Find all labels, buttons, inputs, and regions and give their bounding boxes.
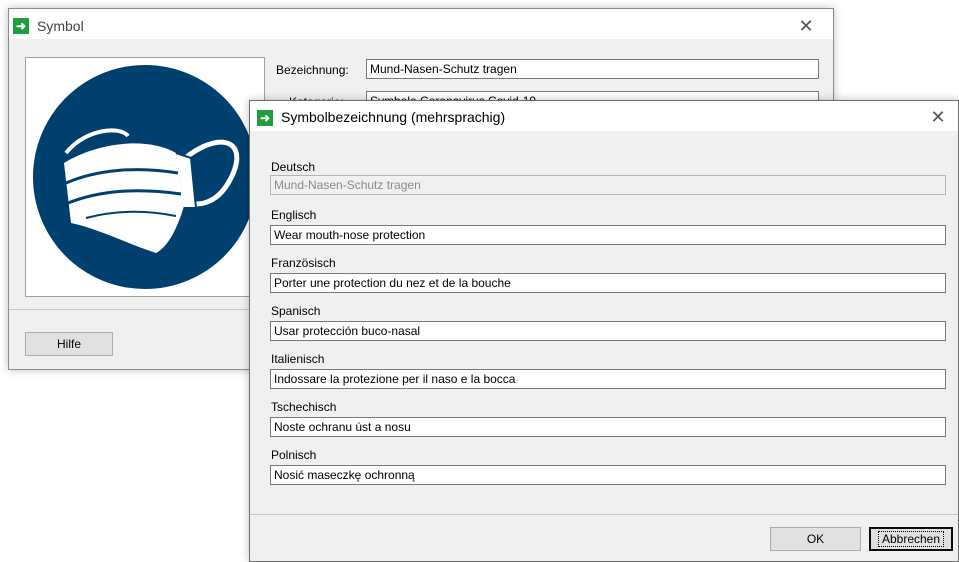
lang-field-franzoesisch[interactable]: Porter une protection du nez et de la bo…: [270, 273, 946, 293]
bezeichnung-field[interactable]: Mund-Nasen-Schutz tragen: [366, 59, 819, 79]
lang-label-franzoesisch: Französisch: [271, 256, 336, 270]
face-mask-icon: [33, 65, 257, 289]
cancel-button[interactable]: Abbrechen: [869, 527, 953, 551]
lang-field-tschechisch[interactable]: Noste ochranu úst a nosu: [270, 417, 946, 437]
help-button[interactable]: Hilfe: [25, 332, 113, 356]
close-icon[interactable]: ✕: [923, 106, 953, 128]
multilingual-dialog-title: Symbolbezeichnung (mehrsprachig): [281, 109, 506, 125]
lang-field-spanisch[interactable]: Usar protección buco-nasal: [270, 321, 946, 341]
footer-separator: [250, 514, 958, 515]
lang-field-italienisch[interactable]: Indossare la protezione per il naso e la…: [270, 369, 946, 389]
lang-field-polnisch[interactable]: Nosić maseczkę ochronną: [270, 465, 946, 485]
lang-label-deutsch: Deutsch: [271, 160, 316, 174]
symbol-dialog-titlebar[interactable]: ➜ Symbol ✕: [9, 9, 833, 39]
lang-field-englisch[interactable]: Wear mouth-nose protection: [270, 225, 946, 245]
lang-label-englisch: Englisch: [271, 208, 317, 222]
app-icon: ➜: [13, 18, 29, 34]
multilingual-dialog-titlebar[interactable]: ➜ Symbolbezeichnung (mehrsprachig) ✕: [250, 101, 958, 131]
lang-label-polnisch: Polnisch: [271, 448, 317, 462]
lang-label-spanisch: Spanisch: [271, 304, 321, 318]
symbol-dialog-title: Symbol: [37, 18, 84, 34]
symbol-preview: [25, 57, 265, 297]
bezeichnung-label: Bezeichnung:: [276, 63, 349, 77]
cancel-button-label: Abbrechen: [877, 531, 945, 547]
ok-button[interactable]: OK: [770, 527, 861, 551]
lang-field-deutsch: Mund-Nasen-Schutz tragen: [270, 175, 946, 195]
lang-label-italienisch: Italienisch: [271, 352, 325, 366]
lang-label-tschechisch: Tschechisch: [271, 400, 337, 414]
app-icon: ➜: [257, 110, 273, 126]
close-icon[interactable]: ✕: [791, 15, 821, 37]
multilingual-dialog: ➜ Symbolbezeichnung (mehrsprachig) ✕ Deu…: [249, 100, 959, 562]
